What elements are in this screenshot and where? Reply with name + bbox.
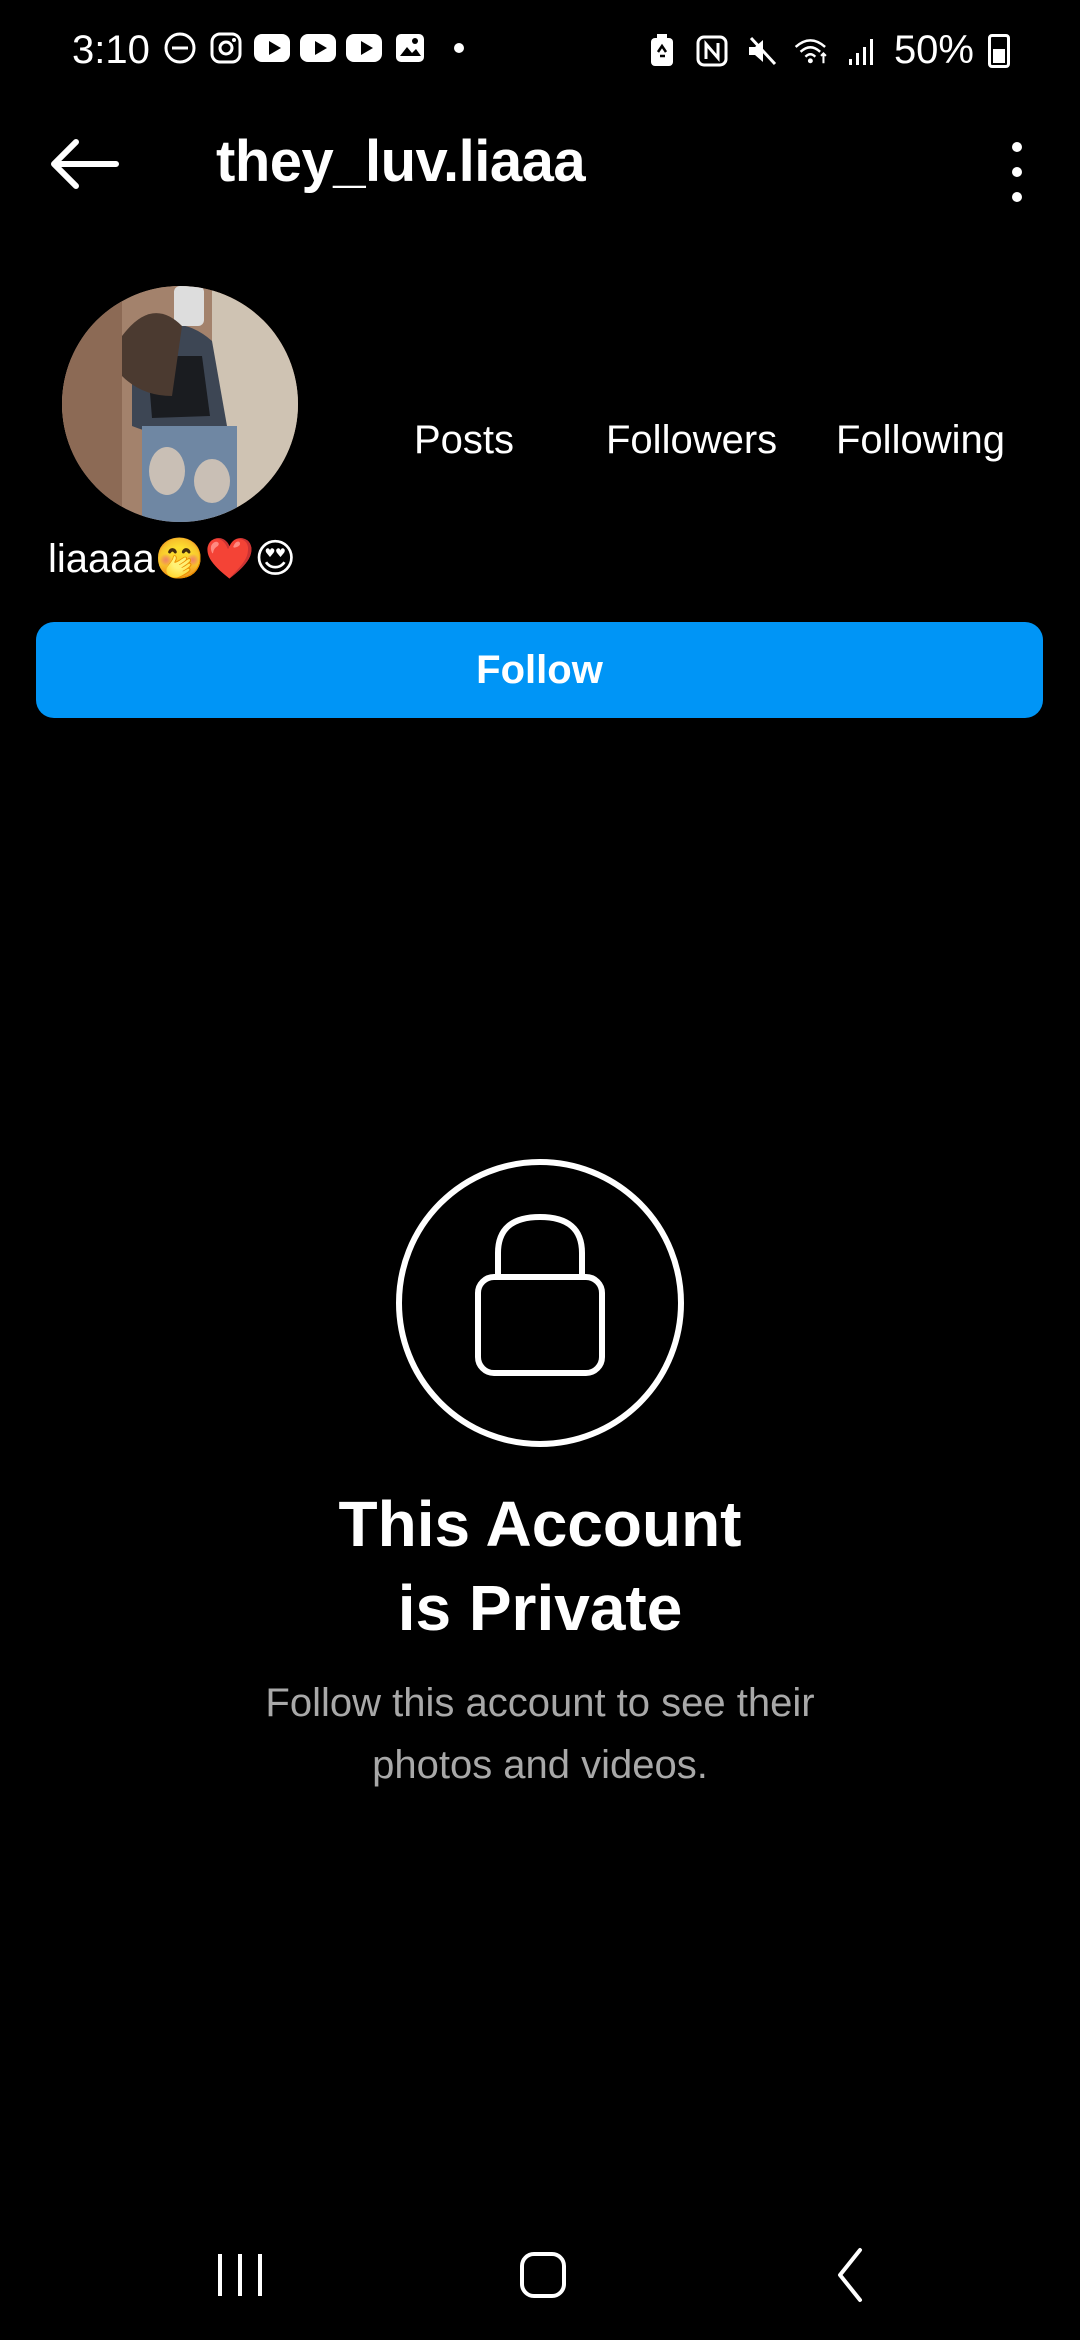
more-dot-icon xyxy=(1012,142,1022,152)
more-dot-icon xyxy=(1012,167,1022,177)
private-account-title: This Account is Private xyxy=(0,1482,1080,1650)
battery-icon xyxy=(988,33,1010,68)
arrow-left-icon xyxy=(51,139,119,189)
profile-header: they_luv.liaaa xyxy=(0,110,1080,220)
private-subtitle-line1: Follow this account to see their xyxy=(265,1681,815,1725)
status-left-icons xyxy=(162,30,464,66)
avatar-photo xyxy=(62,286,298,522)
youtube-icon xyxy=(300,30,336,66)
follow-button[interactable]: Follow xyxy=(36,622,1043,718)
profile-bio: liaaaa🤭❤️😍 xyxy=(48,537,297,581)
wifi-icon xyxy=(794,33,830,69)
profile-stats: Posts Followers Following xyxy=(0,418,1080,478)
signal-icon xyxy=(844,33,880,69)
battery-saver-icon xyxy=(644,33,680,69)
instagram-icon xyxy=(208,30,244,66)
mute-icon xyxy=(744,33,780,69)
recent-apps-button[interactable] xyxy=(200,2240,280,2310)
lock-icon xyxy=(396,1159,684,1447)
nfc-icon xyxy=(694,33,730,69)
private-subtitle-line2: photos and videos. xyxy=(372,1743,708,1787)
stat-following[interactable]: Following xyxy=(836,418,1005,463)
status-bar: 3:10 50% xyxy=(0,0,1080,104)
private-title-line1: This Account xyxy=(338,1488,742,1560)
system-back-button[interactable] xyxy=(806,2240,886,2310)
more-dot-icon xyxy=(1012,192,1022,202)
gallery-icon xyxy=(392,30,428,66)
profile-avatar[interactable] xyxy=(62,286,298,522)
system-nav-bar xyxy=(0,2220,1080,2320)
back-button[interactable] xyxy=(44,134,124,194)
more-options-button[interactable] xyxy=(1002,142,1032,202)
battery-percent: 50% xyxy=(893,28,974,72)
notification-dot xyxy=(454,43,464,53)
stat-posts[interactable]: Posts xyxy=(414,418,514,463)
chevron-left-icon xyxy=(838,2248,862,2302)
home-icon xyxy=(520,2252,566,2298)
home-button[interactable] xyxy=(502,2240,582,2310)
stat-followers[interactable]: Followers xyxy=(606,418,777,463)
status-right-icons: 50% xyxy=(644,28,1010,73)
youtube-icon xyxy=(346,30,382,66)
recents-icon xyxy=(218,2254,262,2296)
private-account-subtitle: Follow this account to see their photos … xyxy=(0,1672,1080,1796)
private-title-line2: is Private xyxy=(397,1572,683,1644)
youtube-icon xyxy=(254,30,290,66)
profile-username: they_luv.liaaa xyxy=(216,129,586,194)
dnd-icon xyxy=(162,30,198,66)
status-time: 3:10 xyxy=(72,28,150,72)
